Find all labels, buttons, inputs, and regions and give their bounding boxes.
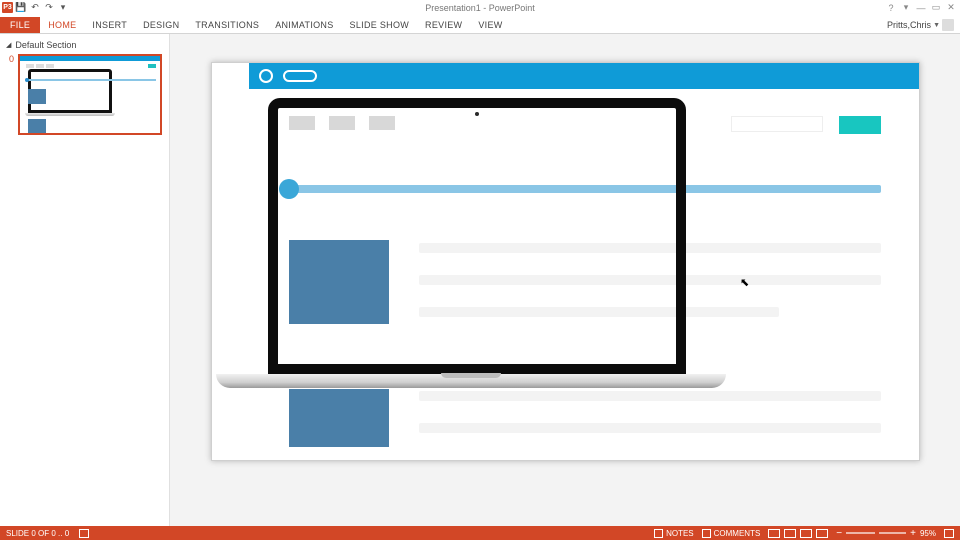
spellcheck-icon[interactable]: [79, 529, 89, 538]
notes-button[interactable]: NOTES: [654, 529, 694, 538]
slide-editor[interactable]: ⬉: [170, 34, 960, 526]
mock-wireframe: [249, 63, 919, 460]
save-icon[interactable]: 💾: [15, 2, 27, 14]
mock-tab-placeholders: [289, 116, 395, 130]
avatar: [942, 19, 954, 31]
undo-icon[interactable]: ↶: [29, 2, 41, 14]
comments-label: COMMENTS: [714, 529, 761, 538]
title-bar: P3 💾 ↶ ↷ ▾ Presentation1 - PowerPoint ? …: [0, 0, 960, 15]
notes-label: NOTES: [666, 529, 694, 538]
redo-icon[interactable]: ↷: [43, 2, 55, 14]
close-button[interactable]: ✕: [944, 2, 958, 14]
tab-home[interactable]: HOME: [40, 17, 84, 33]
mock-progress-handle: [279, 179, 299, 199]
user-name: Pritts,Chris: [887, 20, 931, 30]
sorter-view-button[interactable]: [784, 529, 796, 538]
tab-insert[interactable]: INSERT: [84, 17, 135, 33]
tab-slideshow[interactable]: SLIDE SHOW: [342, 17, 418, 33]
slide-canvas[interactable]: [211, 62, 920, 461]
zoom-slider[interactable]: [846, 532, 906, 534]
chevron-down-icon: ▼: [933, 22, 940, 29]
ribbon-tabs: FILE HOME INSERT DESIGN TRANSITIONS ANIM…: [0, 15, 960, 34]
mock-search-field: [731, 116, 823, 132]
maximize-button[interactable]: ▭: [929, 2, 943, 14]
slide-count-status: SLIDE 0 OF 0 .. 0: [6, 529, 69, 538]
status-bar: SLIDE 0 OF 0 .. 0 NOTES COMMENTS − + 95%: [0, 526, 960, 540]
fit-to-window-button[interactable]: [944, 529, 954, 538]
slide-thumbnail-panel[interactable]: ◢ Default Section 0: [0, 34, 170, 526]
tab-transitions[interactable]: TRANSITIONS: [187, 17, 267, 33]
mock-card-top: [289, 240, 389, 324]
zoom-out-button[interactable]: −: [836, 528, 842, 539]
slide-number: 0: [6, 54, 14, 64]
tab-file[interactable]: FILE: [0, 17, 40, 33]
minimize-button[interactable]: —: [914, 2, 928, 14]
content-area: ◢ Default Section 0: [0, 34, 960, 526]
window-controls: ? ▾ — ▭ ✕: [884, 2, 958, 14]
mock-card-bottom: [289, 389, 389, 447]
zoom-in-button[interactable]: +: [910, 528, 916, 539]
ribbon-options-button[interactable]: ▾: [899, 2, 913, 14]
document-title: Presentation1 - PowerPoint: [425, 3, 535, 13]
reading-view-button[interactable]: [800, 529, 812, 538]
zoom-percent: 95%: [920, 529, 936, 538]
section-collapse-icon: ◢: [6, 41, 11, 49]
mock-progress-track: [281, 185, 881, 193]
mock-pill-shape: [283, 70, 317, 82]
normal-view-button[interactable]: [768, 529, 780, 538]
mock-header-bar: [249, 63, 919, 89]
mock-text-lines-bottom: [419, 391, 881, 455]
thumbnail-row: 0: [6, 54, 163, 135]
mouse-cursor-icon: ⬉: [740, 276, 749, 289]
mock-text-lines-top: [419, 243, 881, 339]
slideshow-view-button[interactable]: [816, 529, 828, 538]
slide-thumbnail[interactable]: [18, 54, 162, 135]
qat-customize-icon[interactable]: ▾: [57, 2, 69, 14]
tab-review[interactable]: REVIEW: [417, 17, 470, 33]
app-icon: P3: [2, 2, 13, 13]
comments-button[interactable]: COMMENTS: [702, 529, 761, 538]
section-header[interactable]: ◢ Default Section: [6, 40, 163, 50]
notes-icon: [654, 529, 663, 538]
mock-circle-icon: [259, 69, 273, 83]
tab-view[interactable]: VIEW: [470, 17, 510, 33]
view-switcher: [768, 529, 828, 538]
zoom-slider-thumb[interactable]: [875, 529, 879, 537]
tab-animations[interactable]: ANIMATIONS: [267, 17, 341, 33]
mock-teal-button: [839, 116, 881, 134]
tab-design[interactable]: DESIGN: [135, 17, 187, 33]
zoom-control: − + 95%: [836, 528, 936, 539]
section-label: Default Section: [15, 40, 76, 50]
quick-access-toolbar: P3 💾 ↶ ↷ ▾: [2, 2, 69, 14]
signed-in-user[interactable]: Pritts,Chris ▼: [887, 19, 954, 31]
comments-icon: [702, 529, 711, 538]
help-button[interactable]: ?: [884, 2, 898, 14]
